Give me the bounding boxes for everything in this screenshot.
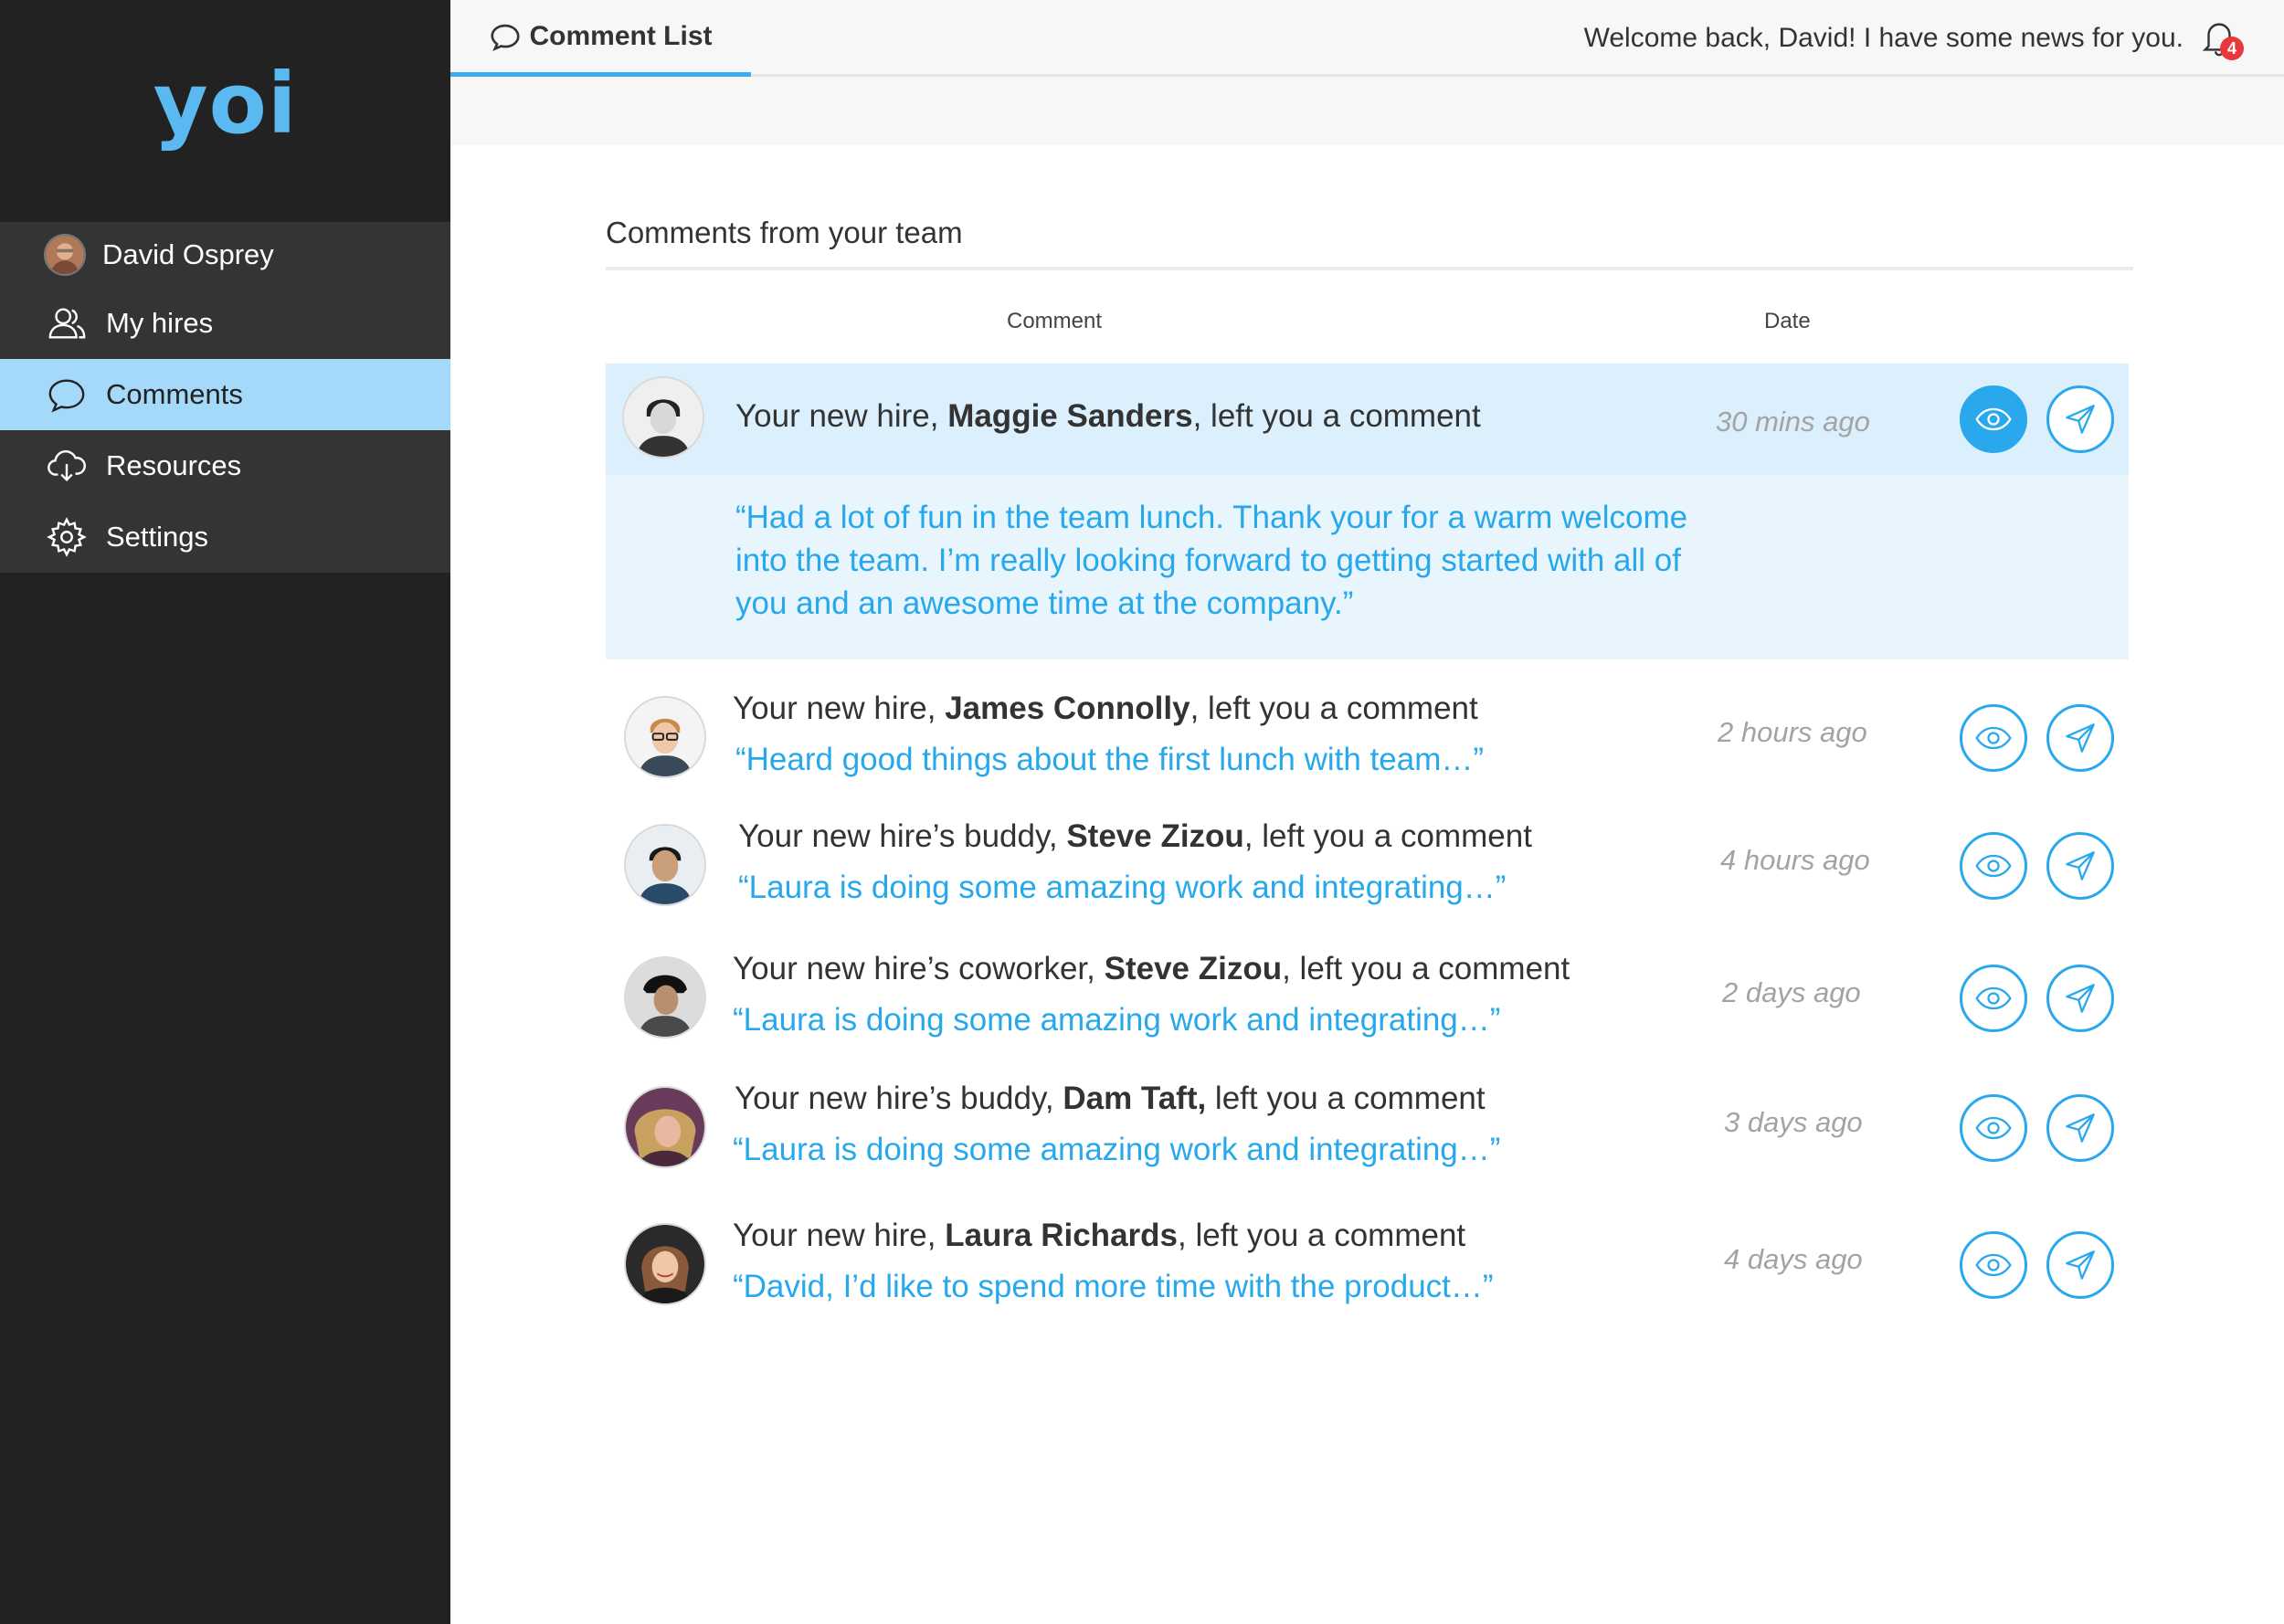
reply-button[interactable] xyxy=(2046,704,2114,772)
paper-plane-icon xyxy=(2066,1250,2095,1280)
commenter-avatar xyxy=(624,696,706,778)
comment-date: 2 days ago xyxy=(1722,976,1861,1008)
commenter-avatar xyxy=(624,1086,706,1168)
sub-bar xyxy=(450,77,2284,145)
comment-date: 3 days ago xyxy=(1724,1106,1863,1138)
view-comment-button[interactable] xyxy=(1960,385,2027,453)
comment-date: 2 hours ago xyxy=(1718,716,1867,748)
comment-headline: Your new hire’s buddy, Dam Taft, left yo… xyxy=(735,1081,1486,1116)
paper-plane-icon xyxy=(2066,984,2095,1013)
sidebar-item-label: My hires xyxy=(106,307,214,339)
view-comment-button[interactable] xyxy=(1960,832,2027,900)
eye-icon xyxy=(1975,726,2012,750)
speech-bubble-icon xyxy=(44,372,90,417)
comment-headline: Your new hire, James Connolly, left you … xyxy=(733,691,1478,726)
comment-headline: Your new hire, Maggie Sanders, left you … xyxy=(735,398,1481,434)
view-comment-button[interactable] xyxy=(1960,1231,2027,1299)
comment-row[interactable]: Your new hire’s coworker, Steve Zizou, l… xyxy=(606,945,2129,1055)
view-comment-button[interactable] xyxy=(1960,965,2027,1032)
comment-date: 4 days ago xyxy=(1724,1243,1863,1275)
app-logo[interactable]: yoi xyxy=(0,55,450,153)
commenter-avatar xyxy=(624,824,706,906)
comment-date: 30 mins ago xyxy=(1716,406,1870,438)
comment-quote: “Laura is doing some amazing work and in… xyxy=(733,1132,1501,1167)
users-icon xyxy=(44,301,90,346)
comment-row[interactable]: Your new hire, James Connolly, left you … xyxy=(606,685,2129,795)
sidebar-item-settings[interactable]: Settings xyxy=(0,501,450,573)
reply-button[interactable] xyxy=(2046,385,2114,453)
comment-quote: “David, I’d like to spend more time with… xyxy=(733,1269,1494,1304)
reply-button[interactable] xyxy=(2046,1094,2114,1162)
comment-headline: Your new hire’s buddy, Steve Zizou, left… xyxy=(738,818,1532,854)
sidebar-item-comments[interactable]: Comments xyxy=(0,359,450,430)
comment-headline: Your new hire, Laura Richards, left you … xyxy=(733,1218,1466,1253)
top-bar: Comment List Welcome back, David! I have… xyxy=(450,0,2284,77)
cloud-download-icon xyxy=(44,443,90,489)
paper-plane-icon xyxy=(2066,1113,2095,1143)
column-header-date[interactable]: Date xyxy=(1764,309,1811,334)
comment-quote: “Laura is doing some amazing work and in… xyxy=(733,1002,1501,1038)
sidebar: yoi David Osprey My hires Comments Resou… xyxy=(0,0,450,1624)
comment-headline: Your new hire’s coworker, Steve Zizou, l… xyxy=(733,951,1570,986)
commenter-avatar xyxy=(624,956,706,1039)
comment-quote: “Had a lot of fun in the team lunch. Tha… xyxy=(735,500,1688,621)
sidebar-item-resources[interactable]: Resources xyxy=(0,430,450,501)
comment-date: 4 hours ago xyxy=(1720,844,1870,876)
sidebar-item-label: Comments xyxy=(106,378,243,410)
sidebar-item-label: Settings xyxy=(106,521,209,553)
speech-bubble-icon xyxy=(491,24,521,51)
sidebar-user-name: David Osprey xyxy=(102,238,274,270)
eye-icon xyxy=(1975,1116,2012,1140)
section-title: Comments from your team xyxy=(606,216,963,249)
comment-row[interactable]: Your new hire, Laura Richards, left you … xyxy=(606,1212,2129,1322)
paper-plane-icon xyxy=(2066,851,2095,881)
tab-comment-list[interactable]: Comment List xyxy=(450,0,751,77)
sidebar-user[interactable]: David Osprey xyxy=(0,222,450,288)
eye-icon xyxy=(1975,407,2012,431)
eye-icon xyxy=(1975,1253,2012,1277)
column-header-comment[interactable]: Comment xyxy=(1007,309,1102,334)
commenter-avatar xyxy=(622,376,704,459)
paper-plane-icon xyxy=(2066,405,2095,434)
sidebar-item-my-hires[interactable]: My hires xyxy=(0,288,450,359)
eye-icon xyxy=(1975,986,2012,1010)
reply-button[interactable] xyxy=(2046,832,2114,900)
eye-icon xyxy=(1975,854,2012,878)
tab-label: Comment List xyxy=(529,20,713,51)
comment-row[interactable]: Your new hire’s buddy, Steve Zizou, left… xyxy=(606,813,2129,923)
paper-plane-icon xyxy=(2066,723,2095,753)
reply-button[interactable] xyxy=(2046,965,2114,1032)
comment-row[interactable]: Your new hire’s buddy, Dam Taft, left yo… xyxy=(606,1075,2129,1185)
commenter-avatar xyxy=(624,1223,706,1305)
comment-quote: “Heard good things about the first lunch… xyxy=(735,742,1485,777)
welcome-message: Welcome back, David! I have some news fo… xyxy=(1583,23,2184,53)
sidebar-nav: David Osprey My hires Comments Resources… xyxy=(0,222,450,573)
notification-badge: 4 xyxy=(2220,37,2244,60)
section-divider xyxy=(606,267,2133,270)
view-comment-button[interactable] xyxy=(1960,1094,2027,1162)
view-comment-button[interactable] xyxy=(1960,704,2027,772)
comment-row-expanded[interactable]: Your new hire, Maggie Sanders, left you … xyxy=(606,364,2129,659)
comment-quote: “Laura is doing some amazing work and in… xyxy=(738,870,1507,905)
user-avatar xyxy=(44,234,86,276)
reply-button[interactable] xyxy=(2046,1231,2114,1299)
sidebar-item-label: Resources xyxy=(106,449,242,481)
gear-icon xyxy=(44,514,90,560)
